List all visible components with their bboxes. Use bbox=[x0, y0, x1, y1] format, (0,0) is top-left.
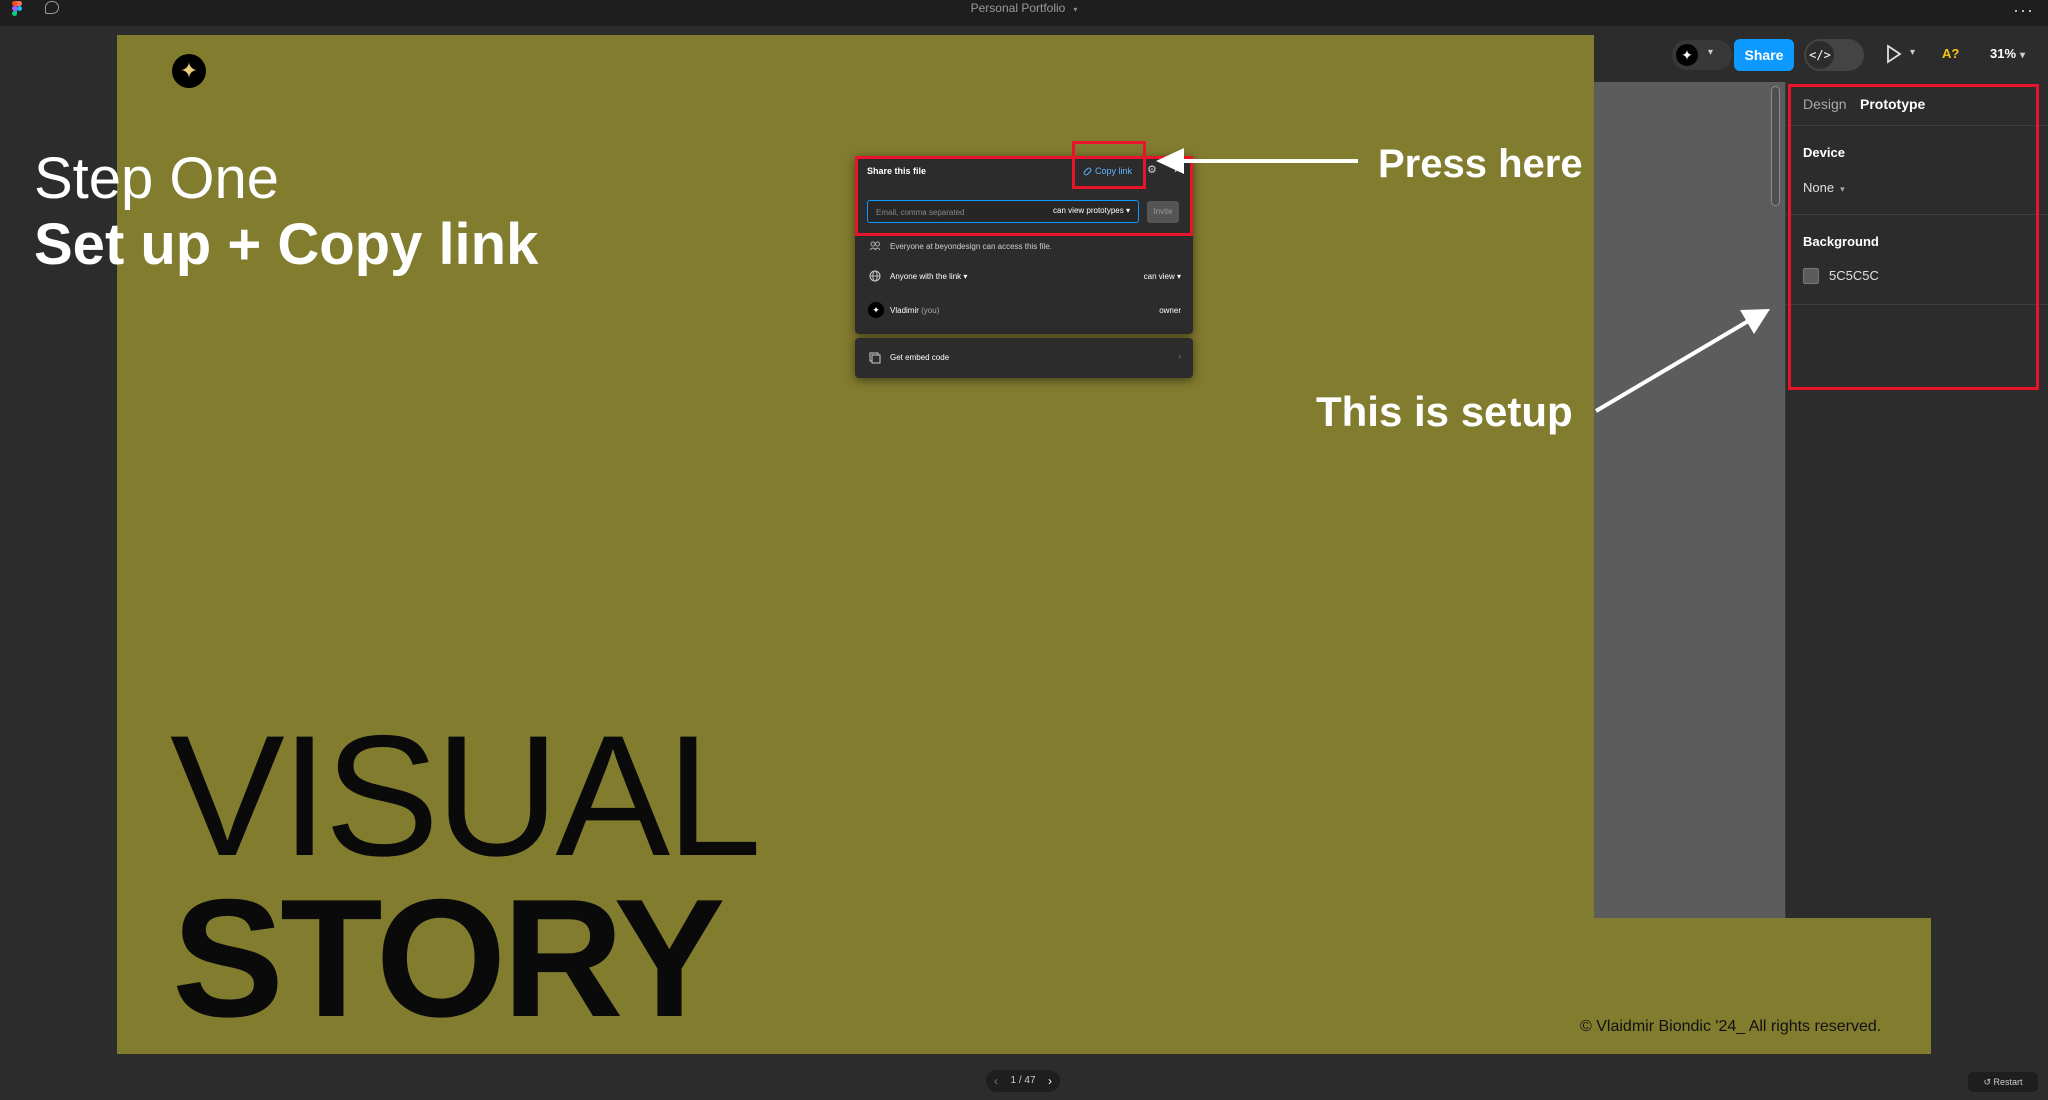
arrow-to-panel bbox=[1594, 309, 1770, 413]
arrow-to-copy-link bbox=[1156, 148, 1358, 174]
annotation-press-here: Press here bbox=[1378, 142, 1583, 186]
annotation-arrows bbox=[1156, 148, 1770, 413]
annotation-this-is-setup: This is setup bbox=[1316, 388, 1573, 435]
annotation-step-subtitle: Set up + Copy link bbox=[34, 212, 539, 277]
annotation-step-one: Step One bbox=[34, 146, 280, 211]
